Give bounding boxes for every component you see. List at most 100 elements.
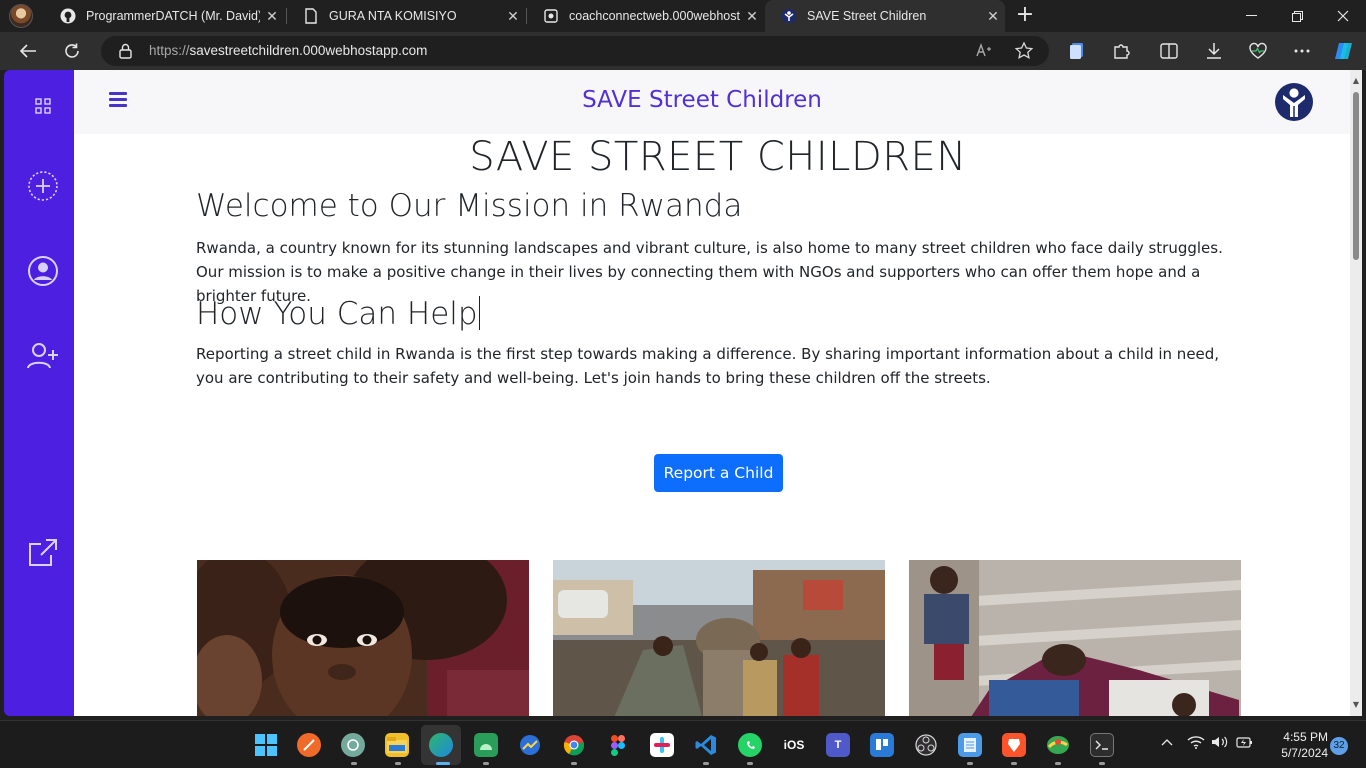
url-text: https://savestreetchildren.000webhostapp… [149,43,428,58]
text-cursor [478,296,480,330]
minimize-button[interactable] [1228,0,1274,32]
children-logo-icon [781,8,797,24]
figma-icon[interactable] [606,733,630,757]
teams-icon[interactable]: T [826,733,850,757]
running-indicator [571,762,577,765]
scrollbar-thumb[interactable] [1353,92,1359,260]
wifi-icon[interactable] [1187,735,1205,753]
terminal-icon[interactable] [1090,733,1114,757]
add-user-icon[interactable] [27,340,59,372]
address-bar[interactable]: https://savestreetchildren.000webhostapp… [101,36,1049,66]
system-clock[interactable]: 4:55 PM 5/7/2024 [1262,729,1328,761]
app-sidebar [4,70,74,716]
read-aloud-icon[interactable] [975,42,993,64]
file-explorer-icon[interactable] [385,733,409,757]
running-indicator [1099,762,1105,765]
brave-browser-icon[interactable] [1002,733,1026,757]
chrome-icon[interactable] [562,733,586,757]
copilot-icon[interactable] [1330,37,1358,65]
save-the-children-logo-icon[interactable] [1274,82,1314,122]
trello-icon[interactable] [870,733,894,757]
ios-app-icon[interactable]: iOS [782,733,806,757]
external-link-icon[interactable] [27,537,59,569]
back-button[interactable] [14,37,42,65]
site-navbar: SAVE Street Children [74,70,1350,134]
help-heading-wrap: How You Can Help [196,296,480,332]
tab-gura-nta-komisiyo[interactable]: GURA NTA KOMISIYO ✕ [287,0,525,32]
volume-icon[interactable] [1211,735,1229,753]
running-indicator [436,762,450,765]
scroll-down-arrow-icon[interactable]: ▼ [1351,700,1361,710]
downloads-icon[interactable] [1200,37,1228,65]
github-icon [60,8,76,24]
tab-coachconnectweb[interactable]: coachconnectweb.000webhostapp ✕ [527,0,764,32]
edge-browser-icon[interactable] [429,733,453,757]
collections-icon[interactable] [1063,37,1091,65]
page-title: SAVE STREET CHILDREN [469,134,967,180]
restore-button[interactable] [1274,0,1320,32]
document-icon [303,8,319,24]
running-indicator [483,762,489,765]
dashboard-grid-icon[interactable] [27,90,59,122]
tab-title: GURA NTA KOMISIYO [329,9,457,23]
refresh-button[interactable] [58,37,86,65]
running-indicator [747,762,753,765]
close-tab-icon[interactable]: ✕ [260,8,284,25]
close-tab-icon[interactable]: ✕ [740,8,764,25]
add-circle-icon[interactable] [27,170,59,202]
site-icon [543,8,559,24]
running-indicator [1055,762,1061,765]
running-indicator [395,762,401,765]
clock-time: 4:55 PM [1283,730,1328,744]
stocks-icon[interactable] [518,733,542,757]
whatsapp-icon[interactable] [738,733,762,757]
tab-title: SAVE Street Children [807,9,927,23]
android-studio-icon[interactable] [474,733,498,757]
help-heading: How You Can Help [196,296,478,332]
children-photo-2 [553,560,885,716]
tab-title: coachconnectweb.000webhostapp [569,9,740,23]
running-indicator [351,762,357,765]
lock-icon [119,43,132,63]
report-child-button[interactable]: Report a Child [654,454,783,492]
windows-start-icon[interactable] [254,733,278,757]
split-screen-icon[interactable] [1155,37,1183,65]
running-indicator [703,762,709,765]
clock-date: 5/7/2024 [1281,746,1328,760]
tab-save-street-children[interactable]: SAVE Street Children ✕ [765,0,1005,32]
page-scrollbar[interactable]: ▲ ▼ [1350,70,1362,716]
help-paragraph: Reporting a street child in Rwanda is th… [196,345,1220,387]
close-tab-icon[interactable]: ✕ [501,8,525,25]
chatgpt-icon[interactable] [341,733,365,757]
more-options-icon[interactable] [1288,37,1316,65]
postman-icon[interactable] [297,733,321,757]
obs-studio-icon[interactable] [914,733,938,757]
tab-title: ProgrammerDATCH (Mr. David) [86,9,260,23]
welcome-heading: Welcome to Our Mission in Rwanda [196,188,743,224]
notification-count-badge[interactable]: 32 [1330,737,1348,755]
children-photo-1 [197,560,529,716]
notepad-icon[interactable] [958,733,982,757]
slack-icon[interactable] [650,733,674,757]
web-page: SAVE Street Children SAVE STREET CHILDRE… [74,70,1350,716]
battery-charging-icon[interactable] [1236,735,1254,753]
favorite-star-icon[interactable] [1014,41,1034,65]
running-indicator [1011,762,1017,765]
show-hidden-icons-chevron-icon[interactable] [1161,735,1173,750]
close-tab-icon[interactable]: ✕ [981,8,1005,25]
scroll-up-arrow-icon[interactable]: ▲ [1351,76,1361,86]
browser-toolbar: https://savestreetchildren.000webhostapp… [0,32,1366,70]
running-indicator [967,762,973,765]
vscode-icon[interactable] [694,733,718,757]
maps-icon[interactable] [1046,733,1070,757]
browser-essentials-icon[interactable] [1244,37,1272,65]
tab-programmerdatch[interactable]: ProgrammerDATCH (Mr. David) ✕ [44,0,284,32]
user-profile-icon[interactable] [27,255,59,287]
site-brand[interactable]: SAVE Street Children [74,87,1330,113]
children-photo-3 [909,560,1241,716]
browser-tab-strip: ProgrammerDATCH (Mr. David) ✕ GURA NTA K… [0,0,1366,32]
new-tab-button[interactable]: + [1013,4,1037,28]
close-window-button[interactable] [1320,0,1366,32]
extensions-icon[interactable] [1107,37,1135,65]
profile-avatar[interactable] [9,4,33,28]
